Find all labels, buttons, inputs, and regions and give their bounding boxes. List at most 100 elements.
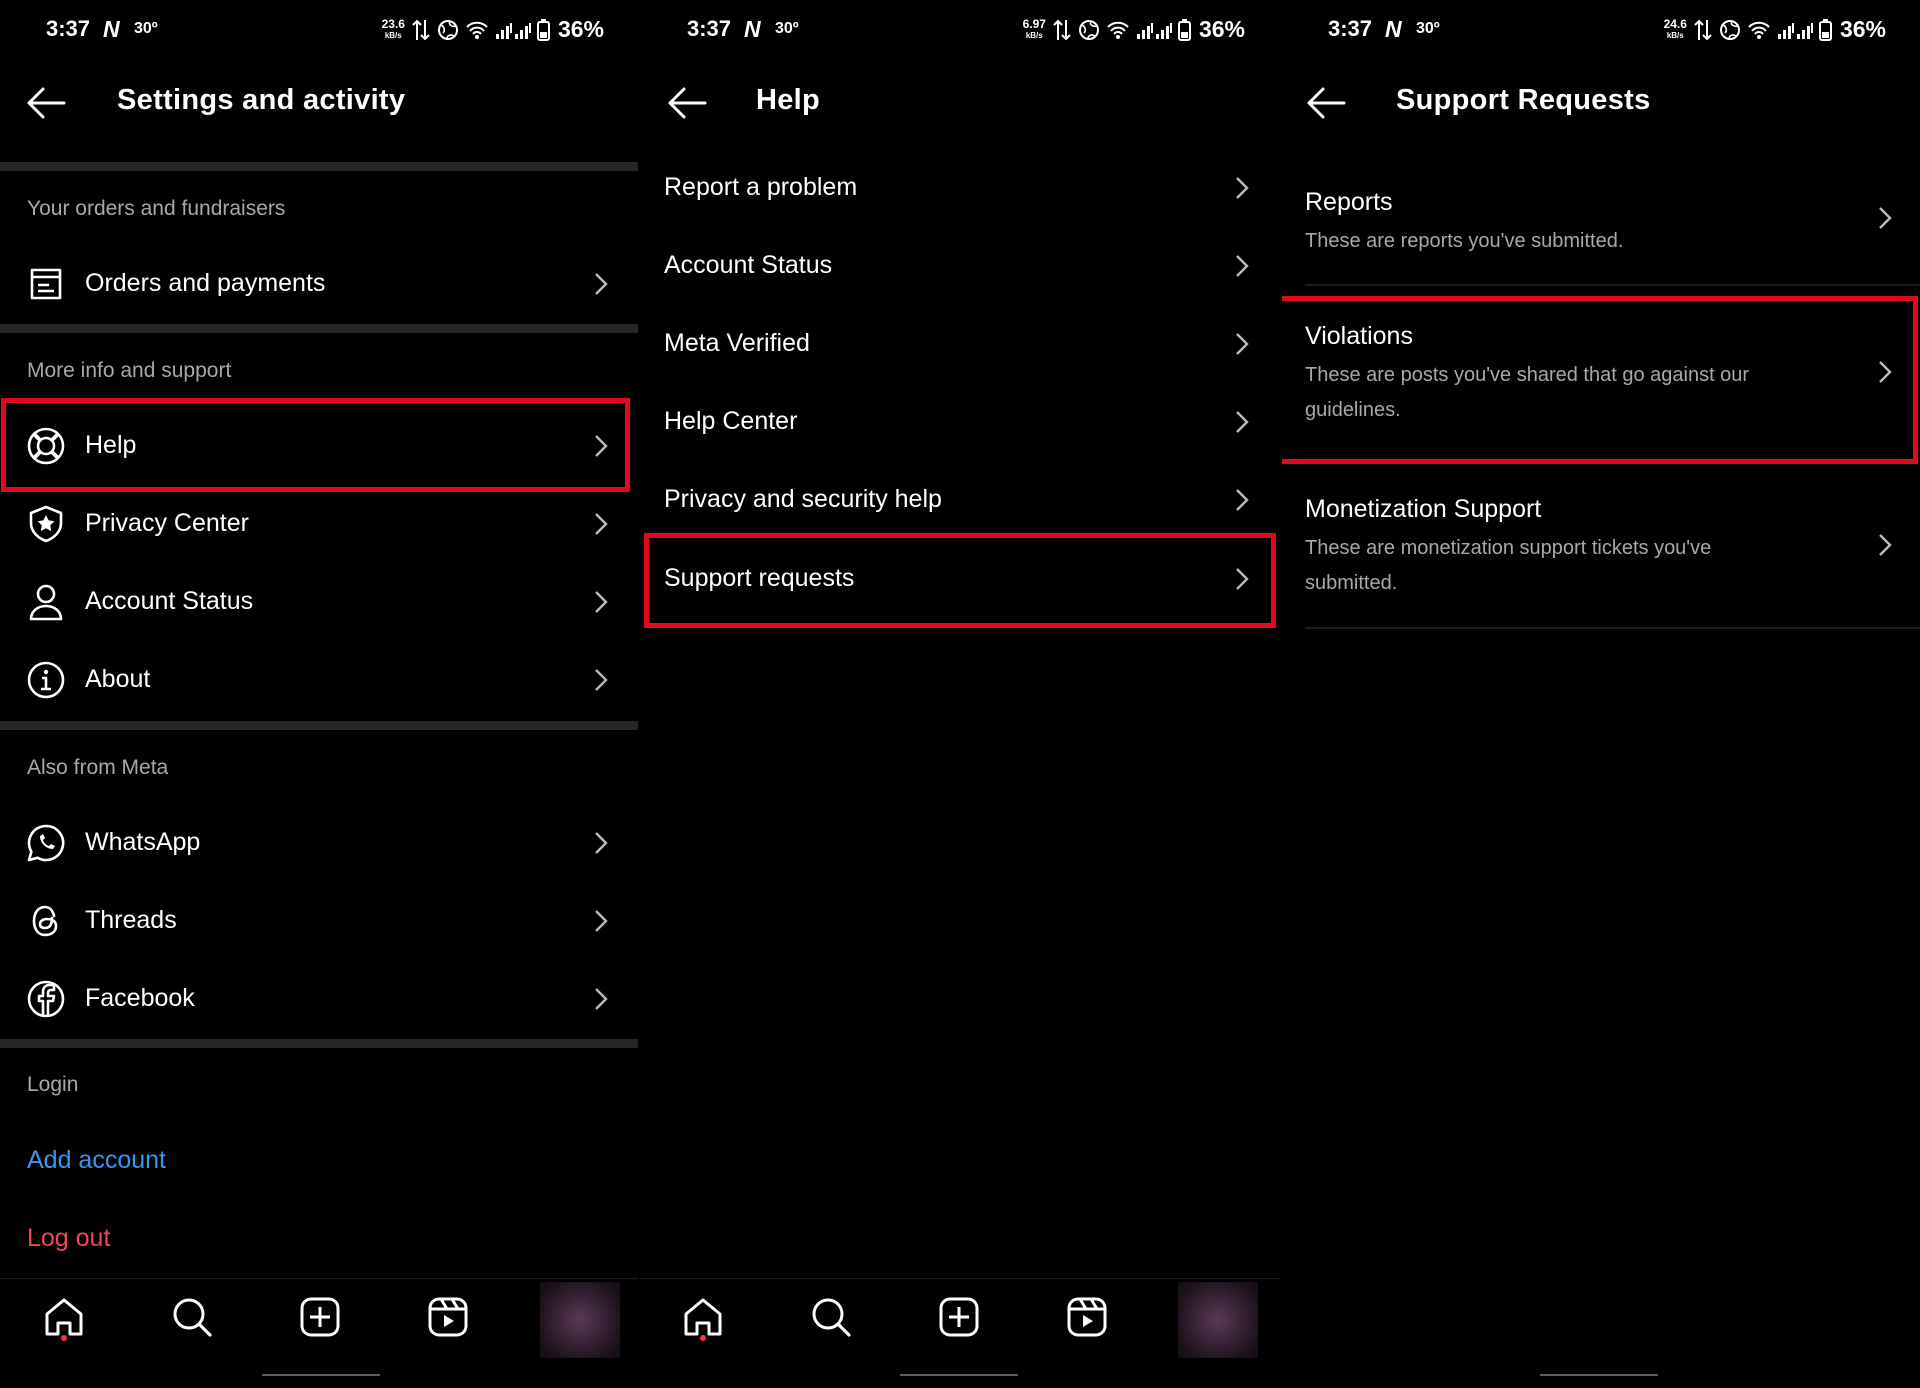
create-post-icon[interactable]: [298, 1295, 342, 1339]
status-temp: 30º: [1416, 20, 1440, 37]
back-arrow-icon[interactable]: [667, 86, 707, 120]
status-bar: 3:37 N 30º 23.6 kB/s 36%: [0, 14, 638, 48]
section-label-more-info: More info and support: [27, 359, 232, 382]
data-arrows-icon: [1694, 19, 1712, 40]
section-divider: [0, 162, 638, 171]
menu-item-account-status[interactable]: Account Status: [0, 567, 638, 637]
status-bar: 3:37 N 30º 24.6 kB/s 36%: [1282, 14, 1920, 48]
chevron-right-icon: [1236, 411, 1249, 433]
menu-item-label: WhatsApp: [85, 828, 201, 856]
chevron-right-icon: [1879, 207, 1892, 229]
network-speed: 24.6 kB/s: [1663, 16, 1687, 40]
support-requests-screen: 3:37 N 30º 24.6 kB/s 36% Support Requests…: [1282, 0, 1920, 1388]
person-icon: [29, 584, 63, 621]
wifi-icon: [1107, 21, 1129, 39]
row-separator: [1305, 284, 1920, 286]
help-item-privacy-security[interactable]: Privacy and security help: [641, 465, 1279, 535]
data-arrows-icon: [412, 19, 430, 40]
status-right: 6.97 kB/s 36%: [1023, 16, 1245, 43]
status-right: 24.6 kB/s 36%: [1664, 16, 1886, 43]
shield-star-icon: [29, 505, 63, 543]
menu-item-facebook[interactable]: Facebook: [0, 964, 638, 1034]
add-account-link[interactable]: Add account: [27, 1146, 166, 1175]
settings-header: Settings and activity: [0, 70, 638, 136]
chevron-right-icon: [1236, 177, 1249, 199]
battery-percent: 36%: [557, 16, 604, 42]
home-indicator: [1540, 1374, 1658, 1376]
menu-item-threads[interactable]: Threads: [0, 886, 638, 956]
reels-icon[interactable]: [1065, 1295, 1109, 1339]
signal-icon: [1136, 22, 1172, 39]
menu-item-label: Account Status: [85, 587, 254, 615]
notification-dot: [700, 1335, 706, 1341]
highlight-box-support-requests: [644, 533, 1276, 628]
page-title: Help: [756, 84, 821, 116]
menu-item-label: About: [85, 665, 151, 693]
profile-avatar[interactable]: [1178, 1282, 1258, 1358]
help-item-report-a-problem[interactable]: Report a problem: [641, 153, 1279, 223]
notification-dot: [61, 1335, 67, 1341]
home-indicator: [900, 1374, 1018, 1376]
back-arrow-icon[interactable]: [1306, 86, 1346, 120]
menu-item-about[interactable]: About: [0, 645, 638, 715]
menu-item-label: Orders and payments: [85, 269, 326, 297]
status-time: 3:37: [46, 16, 91, 41]
support-item-monetization[interactable]: Monetization Support These are monetizat…: [1282, 475, 1920, 625]
menu-item-whatsapp[interactable]: WhatsApp: [0, 808, 638, 878]
support-header: Support Requests: [1282, 70, 1920, 136]
chevron-right-icon: [1879, 534, 1892, 556]
home-icon[interactable]: [42, 1295, 86, 1339]
search-icon[interactable]: [170, 1295, 214, 1339]
home-icon[interactable]: [681, 1295, 725, 1339]
search-icon[interactable]: [809, 1295, 853, 1339]
help-item-label: Help Center: [664, 407, 798, 435]
chevron-right-icon: [595, 988, 608, 1010]
help-item-help-center[interactable]: Help Center: [641, 387, 1279, 457]
menu-item-label: Facebook: [85, 984, 195, 1012]
menu-item-orders-and-payments[interactable]: Orders and payments: [0, 249, 638, 319]
chevron-right-icon: [595, 513, 608, 535]
status-time: 3:37: [1328, 16, 1373, 41]
log-out-link[interactable]: Log out: [27, 1224, 110, 1253]
receipt-icon: [30, 268, 62, 300]
support-item-title: Monetization Support: [1305, 495, 1542, 523]
status-temp: 30º: [134, 20, 158, 37]
back-arrow-icon[interactable]: [26, 86, 66, 120]
help-screen: 3:37 N 30º 6.97 kB/s 36% Help Report a pr…: [641, 0, 1279, 1388]
info-icon: [27, 661, 65, 699]
signal-icon: [495, 22, 531, 39]
battery-icon: [536, 18, 550, 41]
globe-icon: [437, 19, 458, 40]
battery-icon: [1177, 18, 1191, 41]
support-item-reports[interactable]: Reports These are reports you've submitt…: [1282, 178, 1920, 282]
support-item-desc: These are reports you've submitted.: [1305, 230, 1624, 252]
network-speed: 6.97 kB/s: [1022, 16, 1046, 40]
settings-screen: 3:37 N 30º 23.6 kB/s 36% Settings and act…: [0, 0, 638, 1388]
status-time: 3:37: [687, 16, 732, 41]
help-item-meta-verified[interactable]: Meta Verified: [641, 309, 1279, 379]
highlight-box-violations: [1282, 296, 1918, 464]
help-item-account-status[interactable]: Account Status: [641, 231, 1279, 301]
screenshots-collage: 3:37 N 30º 23.6 kB/s 36% Settings and act…: [0, 0, 1920, 1388]
facebook-icon: [27, 980, 65, 1018]
menu-item-privacy-center[interactable]: Privacy Center: [0, 489, 638, 559]
create-post-icon[interactable]: [937, 1295, 981, 1339]
chevron-right-icon: [1236, 333, 1249, 355]
data-arrows-icon: [1053, 19, 1071, 40]
wifi-icon: [466, 21, 488, 39]
network-letter: N: [103, 16, 120, 42]
network-letter: N: [744, 16, 761, 42]
section-label-login: Login: [27, 1073, 79, 1096]
network-speed: 23.6 kB/s: [381, 16, 405, 40]
profile-avatar[interactable]: [540, 1282, 620, 1358]
section-divider: [0, 721, 638, 730]
reels-icon[interactable]: [426, 1295, 470, 1339]
chevron-right-icon: [595, 273, 608, 295]
menu-item-label: Threads: [85, 906, 177, 934]
chevron-right-icon: [1236, 255, 1249, 277]
section-label-orders: Your orders and fundraisers: [27, 197, 286, 220]
status-temp: 30º: [775, 20, 799, 37]
support-item-desc: These are monetization support tickets y…: [1305, 537, 1712, 594]
globe-icon: [1719, 19, 1740, 40]
network-letter: N: [1385, 16, 1402, 42]
